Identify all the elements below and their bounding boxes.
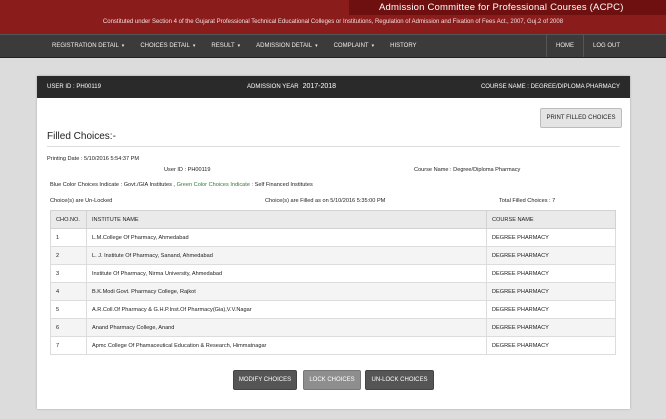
cell-course: DEGREE PHARMACY <box>486 282 616 301</box>
filled-on: Choice(s) are Filled as on 5/10/2016 5:3… <box>265 198 386 204</box>
cell-course: DEGREE PHARMACY <box>486 264 616 283</box>
nav-complaint[interactable]: COMPLAINT ▾ <box>326 35 383 57</box>
table-row: 7 Apmc College Of Phamaceutical Educatio… <box>50 336 616 355</box>
cell-institute: B.K.Modi Govt. Pharmacy College, Rajkot <box>86 282 487 301</box>
col-header-cho-no: CHO.NO. <box>50 210 87 229</box>
site-banner: Admission Committee for Professional Cou… <box>0 0 666 34</box>
cell-course: DEGREE PHARMACY <box>486 318 616 337</box>
cell-cho-no: 4 <box>50 282 87 301</box>
cell-course: DEGREE PHARMACY <box>486 336 616 355</box>
lock-choices-button[interactable]: LOCK CHOICES <box>303 370 361 390</box>
color-legend: Blue Color Choices Indicate : Govt./GIA … <box>50 182 313 188</box>
nav-home[interactable]: HOME <box>547 35 583 57</box>
cell-cho-no: 5 <box>50 300 87 319</box>
header-course-name: COURSE NAME : DEGREE/DIPLOMA PHARMACY <box>480 84 620 90</box>
col-header-institute: INSTITUTE NAME <box>86 210 487 229</box>
site-subtitle: Constituted under Section 4 of the Gujar… <box>102 19 564 25</box>
cell-institute: Institute Of Pharmacy, Nirma University,… <box>86 264 487 283</box>
table-row: 4 B.K.Modi Govt. Pharmacy College, Rajko… <box>50 282 616 301</box>
table-row: 3 Institute Of Pharmacy, Nirma Universit… <box>50 264 616 283</box>
chevron-down-icon: ▾ <box>237 43 241 49</box>
table-header-row: CHO.NO. INSTITUTE NAME COURSE NAME <box>50 210 616 229</box>
site-title: Admission Committee for Professional Cou… <box>349 0 666 15</box>
choices-table: CHO.NO. INSTITUTE NAME COURSE NAME 1 L.M… <box>50 210 616 355</box>
cell-institute: L.M.College Of Pharmacy, Ahmedabad <box>86 228 487 247</box>
cell-course: DEGREE PHARMACY <box>486 246 616 265</box>
cell-cho-no: 6 <box>50 318 87 337</box>
legend-blue: Blue Color Choices Indicate : Govt./GIA … <box>50 182 175 188</box>
cell-course: DEGREE PHARMACY <box>486 300 616 319</box>
admission-year-value: 2017-2018 <box>302 83 337 90</box>
print-filled-choices-button[interactable]: PRINT FILLED CHOICES <box>540 108 622 128</box>
nav-history[interactable]: HISTORY <box>382 35 424 57</box>
filled-choices-panel: USER ID : PH00119 ADMISSION YEAR 2017-201… <box>37 76 630 409</box>
cell-cho-no: 3 <box>50 264 87 283</box>
cell-institute: A.R.Coll.Of Pharmacy & G.H.P.Inst.Of Pha… <box>86 300 487 319</box>
divider <box>47 146 620 147</box>
nav-choices-detail[interactable]: CHOICES DETAIL ▾ <box>132 35 203 57</box>
nav-registration-detail[interactable]: REGISTRATION DETAIL ▾ <box>44 35 132 57</box>
page-title: Filled Choices:- <box>47 131 116 142</box>
chevron-down-icon: ▾ <box>371 43 375 49</box>
col-header-course: COURSE NAME <box>486 210 616 229</box>
cell-cho-no: 2 <box>50 246 87 265</box>
unlock-choices-button[interactable]: UN-LOCK CHOICES <box>365 370 434 390</box>
cell-institute: L. J. Institute Of Pharmacy, Sanand, Ahm… <box>86 246 487 265</box>
legend-green-value: Self Financed Institutes <box>254 182 313 188</box>
panel-header: USER ID : PH00119 ADMISSION YEAR 2017-201… <box>37 76 630 98</box>
modify-choices-button[interactable]: MODIFY CHOICES <box>233 370 297 390</box>
nav-result[interactable]: RESULT ▾ <box>203 35 248 57</box>
table-row: 5 A.R.Coll.Of Pharmacy & G.H.P.Inst.Of P… <box>50 300 616 319</box>
cell-cho-no: 1 <box>50 228 87 247</box>
total-filled-choices: Total Filled Choices : 7 <box>499 198 556 204</box>
nav-left-menu: REGISTRATION DETAIL ▾ CHOICES DETAIL ▾ RES… <box>44 35 425 57</box>
cell-cho-no: 7 <box>50 336 87 355</box>
nav-right-menu: HOME LOG OUT <box>545 35 629 57</box>
header-admission-year: ADMISSION YEAR 2017-2018 <box>247 83 337 90</box>
info-user-id: User ID : PH00119 <box>164 167 211 173</box>
info-course-name: Course Name : Degree/Diploma Pharmacy <box>414 167 521 173</box>
table-row: 2 L. J. Institute Of Pharmacy, Sanand, A… <box>50 246 616 265</box>
chevron-down-icon: ▾ <box>192 43 196 49</box>
nav-logout[interactable]: LOG OUT <box>584 35 629 57</box>
header-user-id: USER ID : PH00119 <box>47 84 101 90</box>
lock-status: Choice(s) are Un-Locked <box>50 198 113 204</box>
cell-course: DEGREE PHARMACY <box>486 228 616 247</box>
legend-green: Green Color Choices Indicate : <box>176 182 254 188</box>
cell-institute: Apmc College Of Phamaceutical Education … <box>86 336 487 355</box>
printing-date: Printing Date : 5/10/2016 5:54:37 PM <box>47 156 140 162</box>
chevron-down-icon: ▾ <box>121 43 125 49</box>
table-row: 1 L.M.College Of Pharmacy, Ahmedabad DEG… <box>50 228 616 247</box>
chevron-down-icon: ▾ <box>315 43 318 49</box>
main-nav: REGISTRATION DETAIL ▾ CHOICES DETAIL ▾ RES… <box>0 34 666 58</box>
table-row: 6 Anand Pharmacy College, Anand DEGREE P… <box>50 318 616 337</box>
cell-institute: Anand Pharmacy College, Anand <box>86 318 487 337</box>
nav-admission-detail[interactable]: ADMISSION DETAIL ▾ <box>248 35 325 57</box>
